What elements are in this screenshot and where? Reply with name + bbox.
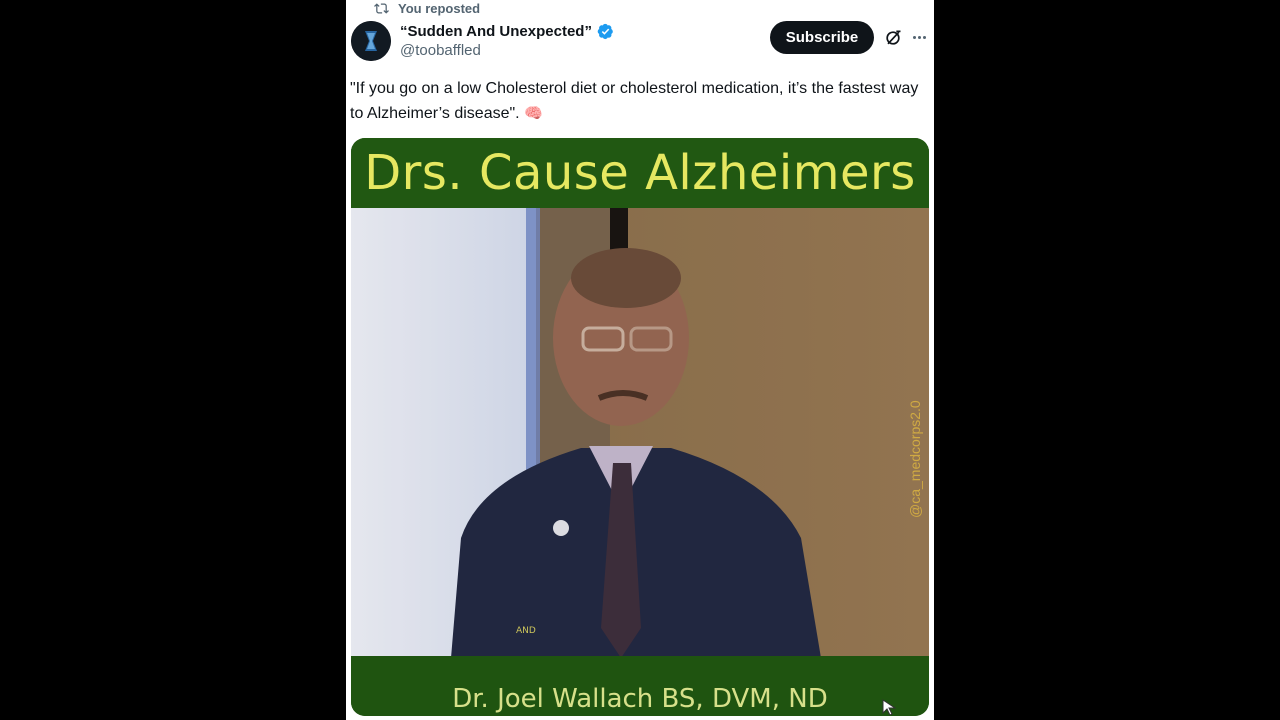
video-watermark: @ca_medcorps2.0 bbox=[907, 400, 923, 518]
grok-icon[interactable] bbox=[883, 28, 903, 48]
more-dot bbox=[912, 35, 916, 39]
author-name-row[interactable]: “Sudden And Unexpected” bbox=[400, 21, 614, 41]
author-handle[interactable]: @toobaffled bbox=[400, 42, 614, 59]
screen: You reposted “Sudden And Unexpected” @to… bbox=[0, 0, 1280, 720]
video-bottom-banner-text: Dr. Joel Wallach BS, DVM, ND bbox=[452, 684, 828, 714]
repost-icon bbox=[374, 3, 389, 14]
tweet-card[interactable]: You reposted “Sudden And Unexpected” @to… bbox=[346, 0, 934, 720]
more-dot bbox=[922, 35, 926, 39]
brain-emoji: 🧠 bbox=[524, 104, 543, 122]
tweet-body: "If you go on a low Cholesterol diet or … bbox=[350, 80, 919, 122]
more-dot bbox=[917, 35, 921, 39]
avatar-image bbox=[351, 21, 391, 61]
avatar[interactable] bbox=[351, 21, 391, 61]
author-block[interactable]: “Sudden And Unexpected” @toobaffled bbox=[400, 21, 614, 59]
tweet-text: "If you go on a low Cholesterol diet or … bbox=[350, 77, 920, 126]
repost-indicator: You reposted bbox=[374, 0, 480, 17]
video-player[interactable]: Drs. Cause Alzheimers AND @ca_medcorps2.… bbox=[351, 138, 929, 716]
author-display-name[interactable]: “Sudden And Unexpected” bbox=[400, 23, 592, 40]
video-top-banner-text: Drs. Cause Alzheimers bbox=[364, 145, 916, 201]
video-top-banner: Drs. Cause Alzheimers bbox=[351, 138, 929, 208]
subscribe-button[interactable]: Subscribe bbox=[770, 21, 874, 54]
more-icon[interactable] bbox=[909, 27, 929, 47]
pointer-cursor-icon bbox=[882, 699, 897, 716]
repost-label: You reposted bbox=[398, 1, 481, 16]
video-frame: AND bbox=[351, 208, 929, 658]
video-bottom-banner: Dr. Joel Wallach BS, DVM, ND bbox=[351, 656, 929, 716]
verified-badge-icon bbox=[597, 23, 613, 39]
